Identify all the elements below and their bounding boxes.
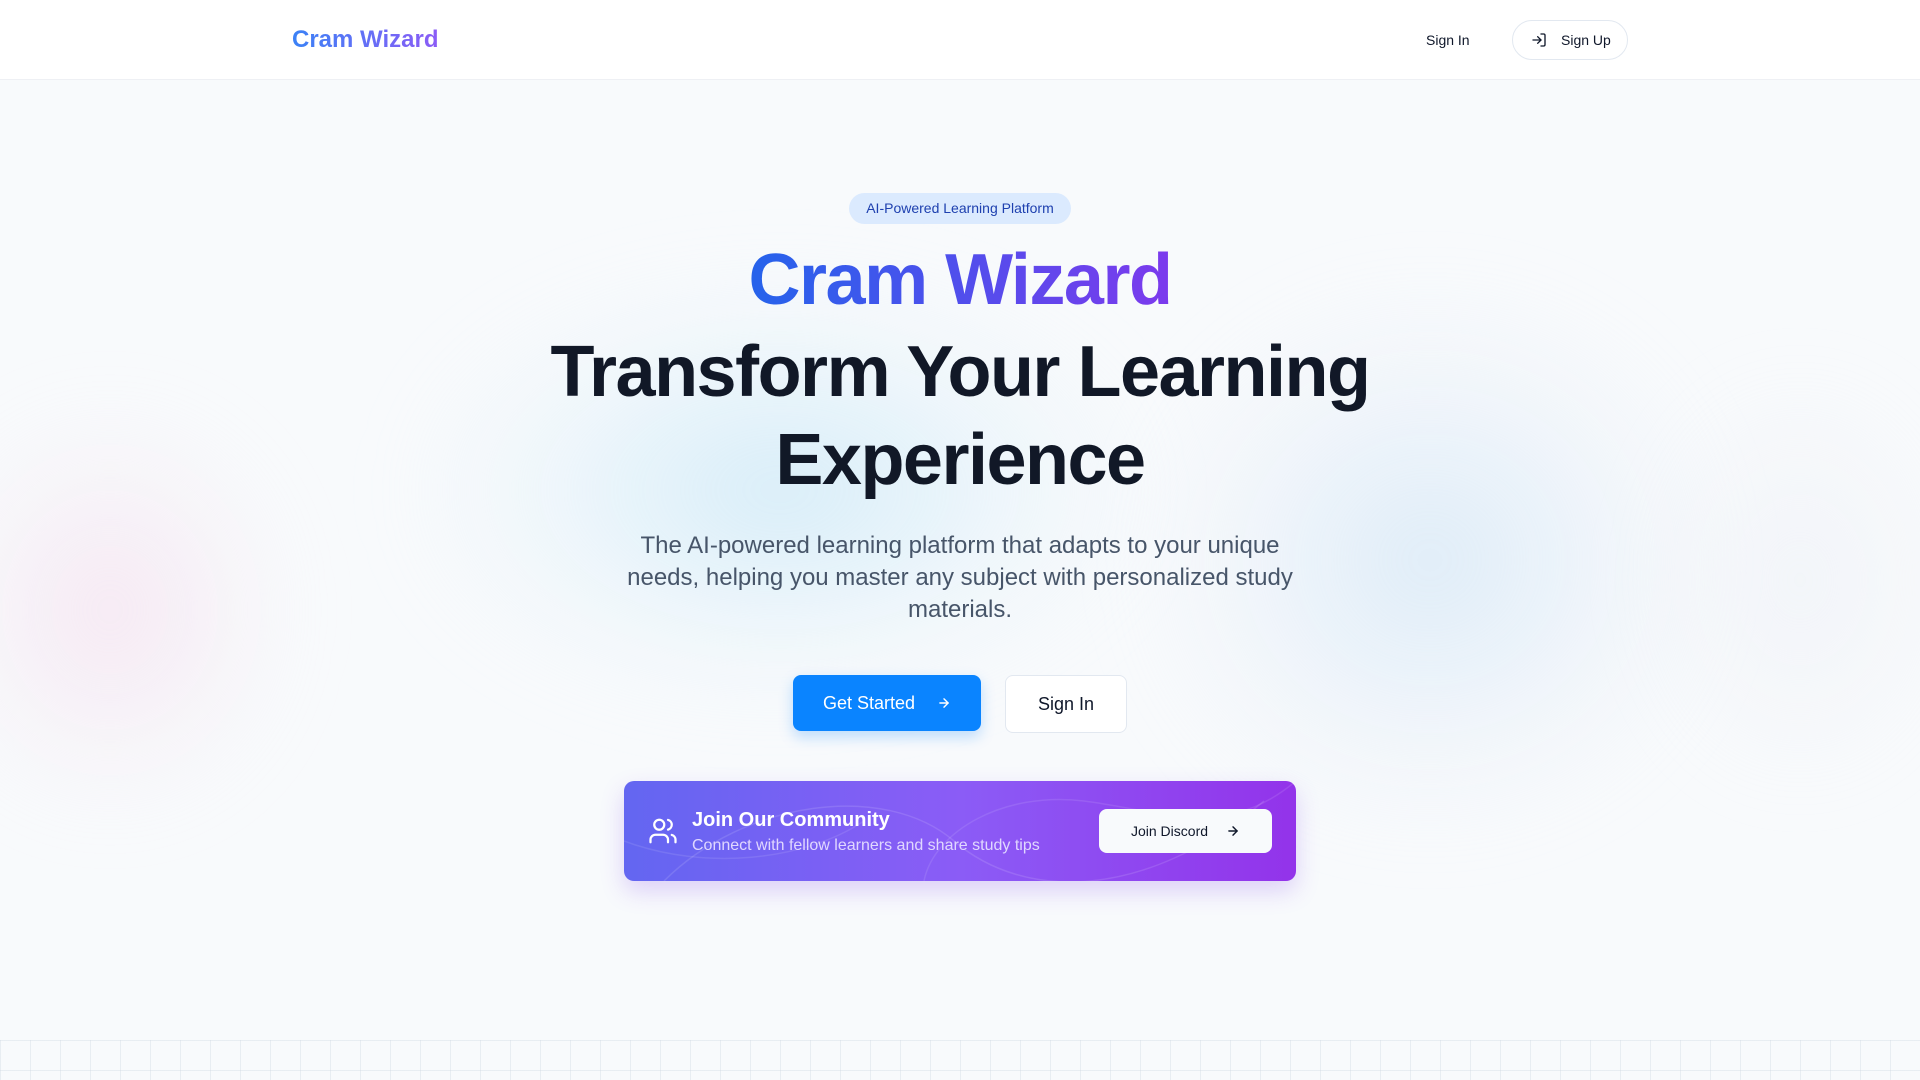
get-started-button[interactable]: Get Started bbox=[793, 675, 981, 731]
sign-up-label: Sign Up bbox=[1561, 32, 1611, 48]
background-grid bbox=[0, 1040, 1920, 1080]
join-discord-button[interactable]: Join Discord bbox=[1099, 809, 1272, 853]
nav-sign-in-link[interactable]: Sign In bbox=[1426, 28, 1470, 52]
hero-brand-title: Cram Wizard bbox=[0, 238, 1920, 322]
headline-line-2: Experience bbox=[775, 420, 1146, 500]
platform-badge: AI-Powered Learning Platform bbox=[849, 193, 1071, 224]
landing-page: Cram Wizard Sign In Sign Up AI-Powered L… bbox=[0, 0, 1920, 1080]
log-in-icon bbox=[1531, 32, 1547, 48]
community-title: Join Our Community bbox=[692, 809, 890, 831]
join-discord-label: Join Discord bbox=[1130, 823, 1209, 839]
headline-line-1: Transform Your Learning bbox=[550, 332, 1372, 412]
arrow-right-icon bbox=[1226, 824, 1240, 838]
users-icon bbox=[648, 816, 678, 846]
hero-sign-in-label: Sign In bbox=[1037, 693, 1095, 714]
brand-name: Cram Wizard bbox=[748, 240, 1173, 320]
get-started-label: Get Started bbox=[822, 692, 916, 713]
top-navbar: Cram Wizard Sign In Sign Up bbox=[0, 0, 1920, 80]
community-banner: Join Our Community Connect with fellow l… bbox=[624, 781, 1296, 881]
hero-sign-in-button[interactable]: Sign In bbox=[1005, 675, 1127, 733]
hero-description: The AI-powered learning platform that ad… bbox=[627, 532, 1293, 623]
logo-link[interactable]: Cram Wizard bbox=[292, 24, 438, 56]
arrow-right-icon bbox=[937, 696, 951, 710]
hero-headline: Transform Your Learning Experience bbox=[0, 328, 1920, 504]
community-description: Connect with fellow learners and share s… bbox=[692, 837, 1040, 854]
nav-sign-up-button[interactable]: Sign Up bbox=[1512, 20, 1628, 60]
